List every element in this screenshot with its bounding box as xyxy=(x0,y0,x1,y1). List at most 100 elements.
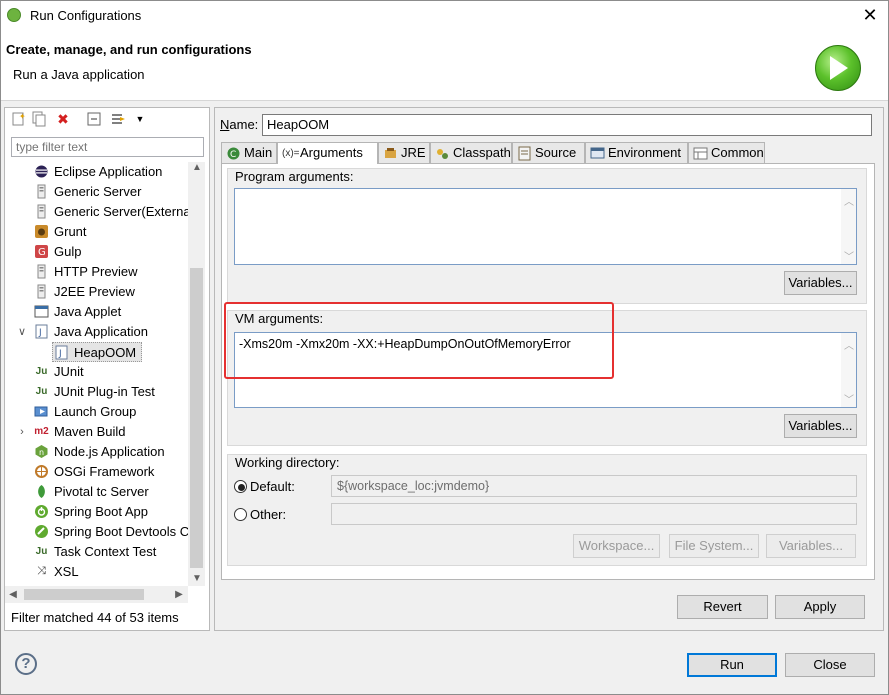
main-icon: C xyxy=(226,146,241,161)
svg-text:C: C xyxy=(230,150,236,160)
tab-common[interactable]: Common xyxy=(688,142,765,163)
scroll-down-icon[interactable]: ﹀ xyxy=(843,391,855,406)
configuration-tree: Eclipse Application Generic Server Generic… xyxy=(5,162,188,584)
junit-plugin-icon: Ju xyxy=(35,386,48,397)
new-config-icon[interactable]: ✦ xyxy=(10,111,26,127)
tree-item-label: Pivotal tc Server xyxy=(54,484,149,499)
tree-item-label: XSL xyxy=(54,564,79,579)
tree-item-label: Spring Boot Devtools C xyxy=(54,524,188,539)
pivotal-icon xyxy=(34,484,49,499)
tab-arguments[interactable]: (x)= Arguments xyxy=(277,142,378,164)
program-arguments-input[interactable] xyxy=(234,188,857,265)
tree-item-label: HeapOOM xyxy=(74,345,137,360)
delete-icon[interactable]: ✖ xyxy=(55,111,71,127)
gulp-icon: G xyxy=(34,244,49,259)
nodejs-icon: n xyxy=(34,444,49,459)
default-label: Default: xyxy=(250,479,295,494)
eclipse-icon xyxy=(34,164,49,179)
spring-icon xyxy=(7,8,21,22)
tree-item-label: Generic Server xyxy=(54,184,142,199)
close-icon[interactable]: ✕ xyxy=(858,4,882,26)
server-icon xyxy=(34,284,49,299)
file-system-button[interactable]: File System... xyxy=(669,534,759,558)
scroll-right-icon[interactable]: ▶ xyxy=(173,589,185,600)
java-app-icon: J xyxy=(34,324,49,339)
tab-label: Classpath xyxy=(453,145,511,160)
tab-classpath[interactable]: Classpath xyxy=(430,142,512,163)
duplicate-icon[interactable] xyxy=(31,111,47,127)
apply-button[interactable]: Apply xyxy=(775,595,865,619)
radio-selected-dot xyxy=(238,484,245,491)
workspace-button[interactable]: Workspace... xyxy=(573,534,660,558)
tab-jre[interactable]: JRE xyxy=(378,142,430,163)
arguments-icon: (x)= xyxy=(282,148,300,159)
collapse-all-icon[interactable] xyxy=(86,111,102,127)
scroll-down-icon[interactable]: ﹀ xyxy=(843,248,855,263)
tree-item-label: Gulp xyxy=(54,244,82,259)
chevron-right-icon[interactable]: › xyxy=(17,422,27,442)
tree-hscroll-thumb[interactable] xyxy=(24,589,144,600)
working-directory-label: Working directory: xyxy=(235,455,340,470)
program-arguments-label: Program arguments: xyxy=(235,169,354,184)
scroll-up-icon[interactable]: ︿ xyxy=(843,193,855,208)
program-variables-button[interactable]: Variables... xyxy=(784,271,857,295)
classpath-icon xyxy=(435,146,450,161)
default-directory-field: ${workspace_loc:jvmdemo} xyxy=(331,475,857,497)
banner-title: Create, manage, and run configurations xyxy=(6,42,252,57)
window-title: Run Configurations xyxy=(30,8,142,23)
tab-label: JRE xyxy=(401,145,426,160)
run-play-icon xyxy=(830,56,848,80)
osgi-icon xyxy=(34,464,49,479)
common-icon xyxy=(693,146,708,161)
tab-label: Source xyxy=(535,145,577,160)
chevron-down-icon[interactable]: ∨ xyxy=(17,322,27,342)
xsl-icon: ⤨ xyxy=(37,565,46,577)
jre-icon xyxy=(383,146,398,161)
filter-input[interactable] xyxy=(11,137,204,157)
scroll-left-icon[interactable]: ◀ xyxy=(7,589,19,600)
source-icon xyxy=(517,146,532,161)
other-directory-field[interactable] xyxy=(331,503,857,525)
tab-environment[interactable]: Environment xyxy=(585,142,688,163)
junit-icon: Ju xyxy=(35,366,48,377)
vm-variables-button[interactable]: Variables... xyxy=(784,414,857,438)
tree-item[interactable]: J HeapOOM xyxy=(52,342,142,362)
tab-label: Environment xyxy=(608,145,681,160)
scroll-up-icon[interactable]: ▲ xyxy=(191,162,203,173)
tree-item-label: Java Application xyxy=(54,324,148,339)
server-icon xyxy=(34,184,49,199)
tree-item-label: Generic Server(External xyxy=(54,204,188,219)
environment-icon xyxy=(590,146,605,161)
svg-text:J: J xyxy=(58,349,62,359)
filter-icon[interactable] xyxy=(110,111,126,127)
tree-item-label: Task Context Test xyxy=(54,544,157,559)
working-variables-button[interactable]: Variables... xyxy=(766,534,856,558)
tree-item-label: HTTP Preview xyxy=(54,264,138,279)
chevron-down-icon[interactable]: ▼ xyxy=(132,111,148,127)
filter-status: Filter matched 44 of 53 items xyxy=(11,610,179,625)
help-icon[interactable]: ? xyxy=(15,653,37,675)
tab-label: Main xyxy=(244,145,273,160)
tab-label: Common xyxy=(711,145,764,160)
task-context-icon: Ju xyxy=(35,546,48,557)
tree-scroll-thumb[interactable] xyxy=(190,268,203,568)
tab-source[interactable]: Source xyxy=(512,142,585,163)
tab-main[interactable]: C Main xyxy=(221,142,277,163)
scroll-up-icon[interactable]: ︿ xyxy=(843,337,855,352)
scroll-down-icon[interactable]: ▼ xyxy=(191,573,203,584)
svg-text:J: J xyxy=(38,328,42,338)
other-radio[interactable] xyxy=(234,508,247,521)
tab-label: Arguments xyxy=(300,145,363,160)
applet-icon xyxy=(34,304,49,319)
grunt-icon xyxy=(34,224,49,239)
close-button[interactable]: Close xyxy=(785,653,875,677)
revert-button[interactable]: Revert xyxy=(677,595,768,619)
tree-item-label: Java Applet xyxy=(54,304,122,319)
svg-text:✦: ✦ xyxy=(19,112,26,121)
name-field[interactable]: HeapOOM xyxy=(262,114,872,136)
other-label: Other: xyxy=(250,507,287,522)
launch-group-icon xyxy=(34,404,49,419)
java-app-icon: J xyxy=(54,345,69,360)
run-button[interactable]: Run xyxy=(687,653,777,677)
highlight-annotation xyxy=(224,302,614,379)
